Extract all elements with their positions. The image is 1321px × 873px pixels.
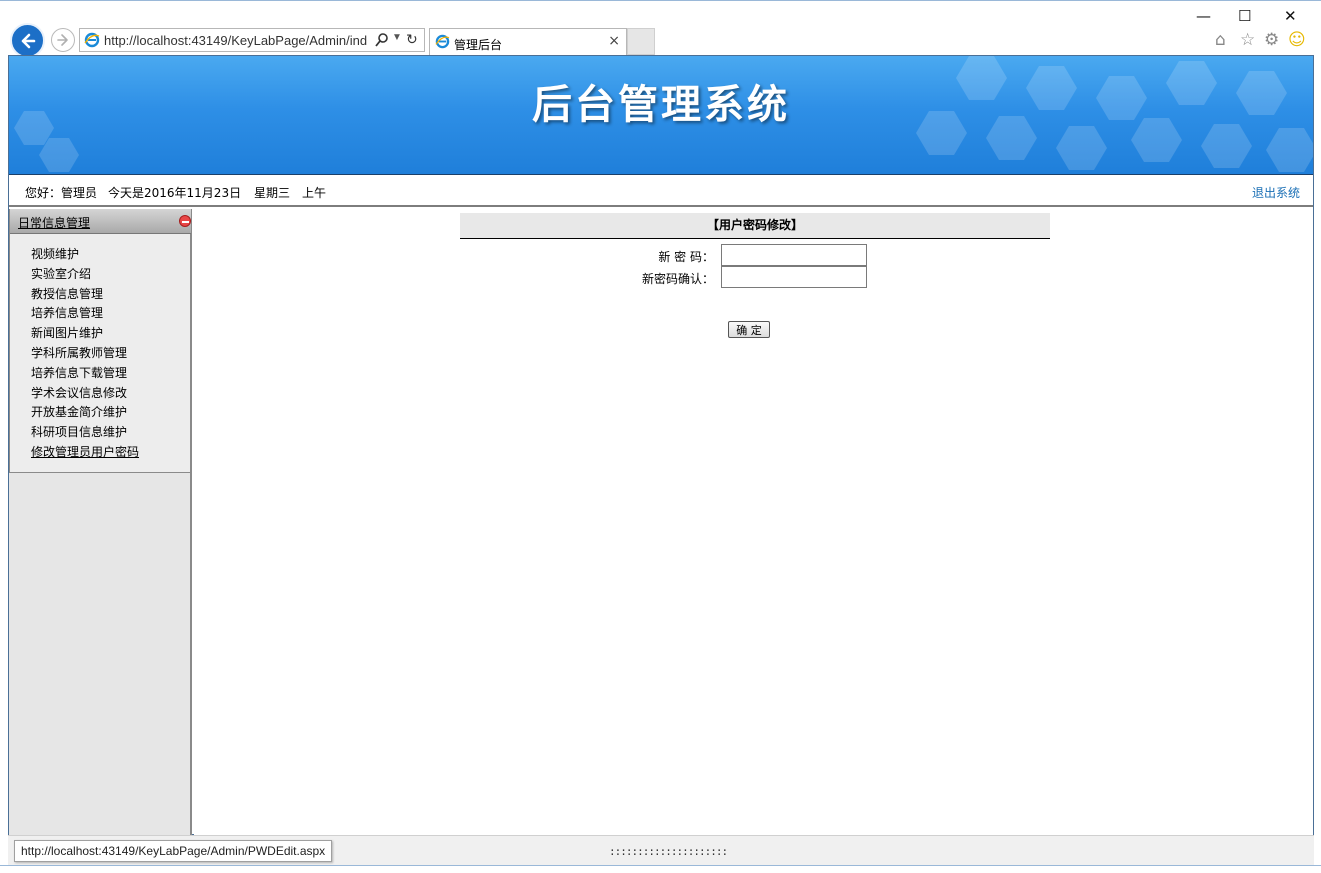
form-title: 【用户密码修改】 (460, 213, 1050, 239)
address-url[interactable]: http://localhost:43149/KeyLabPage/Admin/… (104, 33, 372, 48)
page-frame: 后台管理系统 您好：管理员 今天是2016年11月23日 星期三 上午 退出系统… (8, 55, 1314, 836)
search-icon[interactable] (375, 32, 389, 51)
new-password-row: 新 密 码： (460, 244, 1050, 266)
sidebar-header[interactable]: 日常信息管理 (10, 209, 191, 234)
refresh-icon[interactable]: ↻ (406, 31, 418, 48)
info-bar: 您好：管理员 今天是2016年11月23日 星期三 上午 退出系统 (9, 176, 1313, 207)
ampm-text: 上午 (302, 186, 327, 200)
ie-icon (435, 34, 450, 52)
browser-chrome: http://localhost:43149/KeyLabPage/Admin/… (0, 0, 1321, 58)
back-arrow-icon (21, 33, 35, 48)
smiley-icon[interactable]: ☺ (1288, 30, 1306, 50)
close-icon[interactable]: × (608, 33, 620, 49)
sidebar-item-lab-intro[interactable]: 实验室介绍 (10, 265, 191, 285)
sidebar-item-open-fund[interactable]: 开放基金简介维护 (10, 403, 191, 423)
gear-icon[interactable]: ⚙ (1264, 30, 1279, 50)
sidebar-item-professors[interactable]: 教授信息管理 (10, 285, 191, 305)
maximize-icon[interactable]: ☐ (1238, 7, 1251, 25)
status-dots: ::::::::::::::::::::: (609, 845, 728, 858)
new-password-label: 新 密 码： (658, 250, 714, 264)
new-password-input[interactable] (721, 244, 867, 266)
tab-title: 管理后台 (454, 38, 503, 52)
close-window-icon[interactable]: ✕ (1284, 7, 1297, 25)
home-icon[interactable]: ⌂ (1215, 30, 1226, 50)
main-content: 【用户密码修改】 新 密 码： 新密码确认： 确 定 (194, 209, 1313, 836)
forward-button[interactable] (51, 28, 75, 52)
confirm-password-row: 新密码确认： (460, 266, 1050, 288)
window-bottom-edge (0, 865, 1321, 873)
collapse-icon[interactable] (179, 215, 191, 227)
sidebar-item-conferences[interactable]: 学术会议信息修改 (10, 384, 191, 404)
sidebar-panel: 日常信息管理 视频维护 实验室介绍 教授信息管理 培养信息管理 新闻图片维护 学… (9, 209, 191, 473)
status-bar: http://localhost:43149/KeyLabPage/Admin/… (8, 835, 1314, 865)
sidebar-item-teachers[interactable]: 学科所属教师管理 (10, 344, 191, 364)
sidebar-item-change-password[interactable]: 修改管理员用户密码 (10, 443, 191, 463)
logout-link[interactable]: 退出系统 (1252, 184, 1300, 201)
sidebar-item-research[interactable]: 科研项目信息维护 (10, 423, 191, 443)
weekday-text: 星期三 (254, 186, 291, 200)
minimize-icon[interactable]: — (1196, 7, 1211, 25)
ie-icon (84, 32, 100, 51)
sidebar-item-training[interactable]: 培养信息管理 (10, 304, 191, 324)
address-bar[interactable]: http://localhost:43149/KeyLabPage/Admin/… (79, 28, 425, 52)
confirm-password-input[interactable] (721, 266, 867, 288)
sidebar-item-news-images[interactable]: 新闻图片维护 (10, 324, 191, 344)
tab-admin[interactable]: 管理后台 × (429, 28, 627, 55)
sidebar-item-video[interactable]: 视频维护 (10, 245, 191, 265)
forward-arrow-icon (57, 34, 68, 46)
date-text: 今天是2016年11月23日 (108, 186, 242, 200)
banner: 后台管理系统 (9, 56, 1313, 175)
status-url-tooltip: http://localhost:43149/KeyLabPage/Admin/… (14, 840, 333, 862)
sidebar-header-label[interactable]: 日常信息管理 (18, 214, 90, 231)
banner-title: 后台管理系统 (532, 82, 790, 128)
submit-button[interactable]: 确 定 (728, 321, 770, 338)
back-button[interactable] (10, 23, 45, 58)
greeting-text: 您好：管理员 (25, 186, 98, 200)
new-tab-button[interactable] (627, 28, 655, 55)
sidebar-item-downloads[interactable]: 培养信息下载管理 (10, 364, 191, 384)
sidebar-menu: 视频维护 实验室介绍 教授信息管理 培养信息管理 新闻图片维护 学科所属教师管理… (10, 245, 191, 463)
star-icon[interactable]: ☆ (1240, 30, 1255, 50)
sidebar: 日常信息管理 视频维护 实验室介绍 教授信息管理 培养信息管理 新闻图片维护 学… (9, 209, 192, 836)
confirm-password-label: 新密码确认： (641, 272, 714, 286)
dropdown-icon[interactable]: ▼ (392, 32, 402, 43)
